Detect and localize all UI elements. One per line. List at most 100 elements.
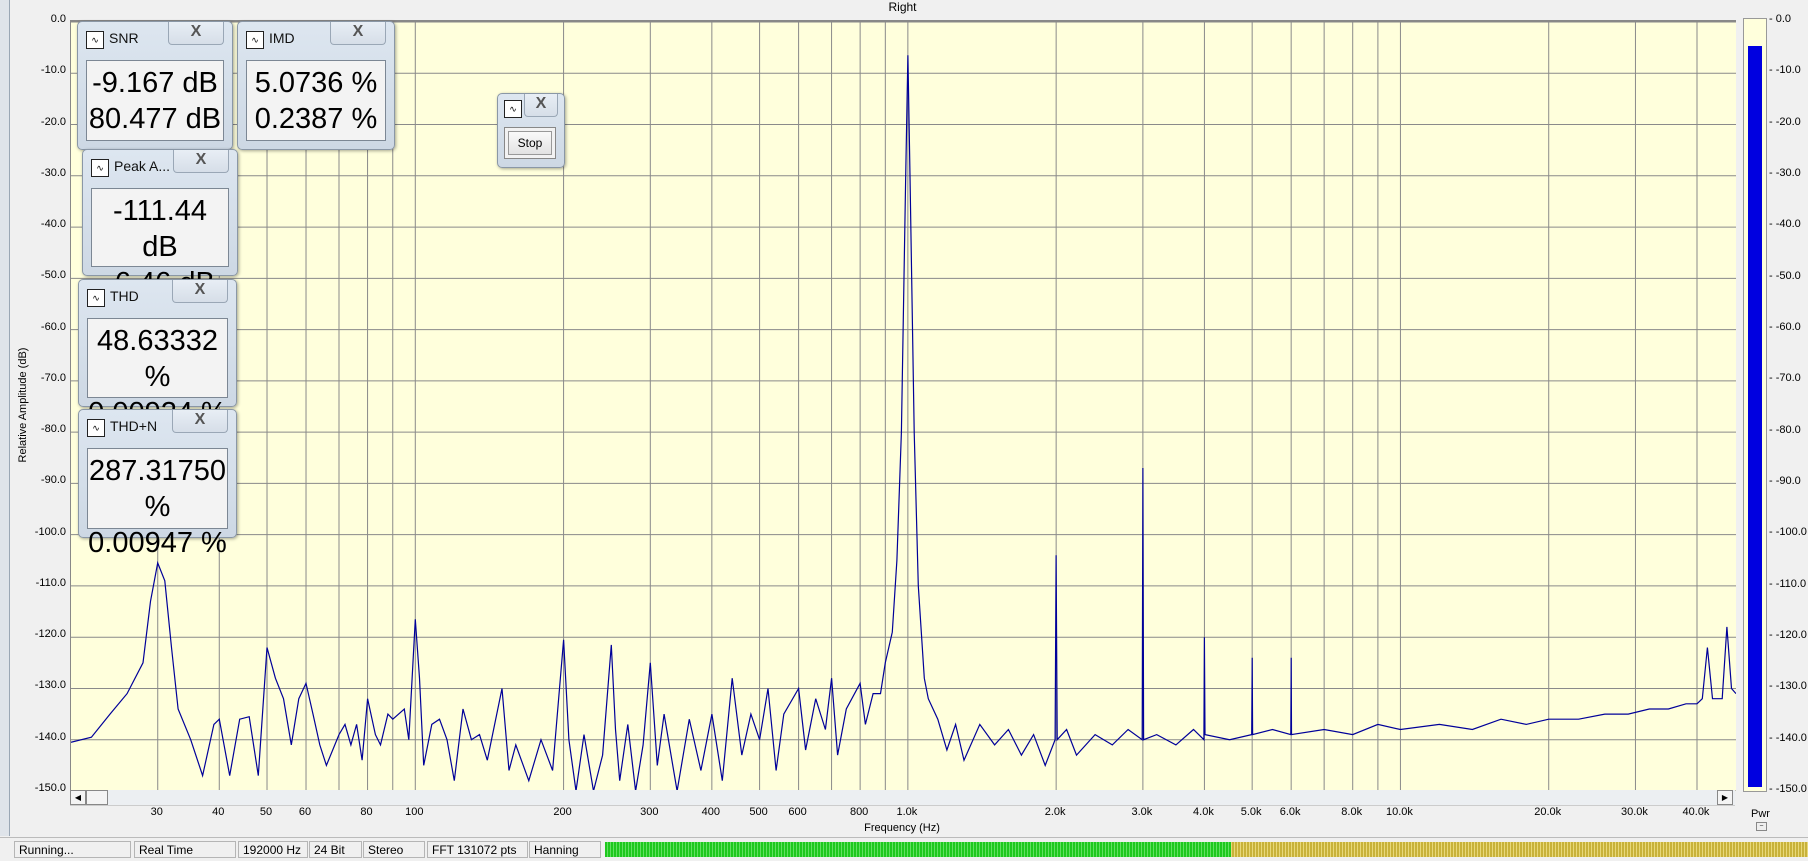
x-tick-label: 40.0k bbox=[1682, 806, 1710, 818]
x-tick-label: 100 bbox=[405, 806, 424, 818]
meter-tick-label: - 0.0 bbox=[1769, 13, 1792, 25]
panel-value: 48.63332 % bbox=[97, 325, 218, 393]
scroll-left-icon[interactable]: ◀ bbox=[70, 790, 86, 805]
meter-tick-label: - -120.0 bbox=[1769, 629, 1807, 641]
y-tick-label: -150.0 bbox=[34, 782, 66, 794]
y-tick-label: -80.0 bbox=[40, 423, 66, 436]
meter-tick-label: - -90.0 bbox=[1769, 475, 1801, 487]
y-tick-label: -130.0 bbox=[34, 679, 66, 692]
x-tick-label: 800 bbox=[849, 806, 869, 818]
y-tick-label: -70.0 bbox=[40, 371, 66, 384]
meter-tick-label: - -80.0 bbox=[1769, 423, 1801, 436]
y-tick-label: -30.0 bbox=[40, 166, 66, 179]
meter-tick-label: - -10.0 bbox=[1769, 64, 1801, 77]
x-tick-label: 6.0k bbox=[1279, 806, 1301, 818]
panel-title: IMD bbox=[269, 30, 295, 46]
waveform-icon: ∿ bbox=[87, 419, 105, 437]
panel-title: Peak A... bbox=[114, 158, 171, 174]
x-axis-title: Frequency (Hz) bbox=[864, 822, 940, 834]
y-tick-label: -50.0 bbox=[40, 269, 66, 282]
panel-value: 0.00947 % bbox=[88, 527, 227, 559]
status-fft-size: FFT 131072 pts bbox=[427, 841, 528, 858]
waveform-icon: ∿ bbox=[87, 289, 105, 307]
scroll-right-icon[interactable]: ▶ bbox=[1717, 790, 1733, 805]
panel-value: 80.477 dB bbox=[88, 103, 222, 135]
meter-tick-label: - -70.0 bbox=[1769, 372, 1801, 385]
thd-n-panel[interactable]: ∿ THD+N X 287.31750 % 0.00947 % bbox=[78, 409, 237, 559]
thd-panel[interactable]: ∿ THD X 48.63332 %0.00924 % bbox=[78, 279, 237, 429]
status-bit-depth: 24 Bit bbox=[309, 841, 362, 858]
y-axis-title: Relative Amplitude (dB) bbox=[17, 347, 29, 463]
spectrum-line bbox=[71, 55, 1736, 791]
power-meter-toggle[interactable]: – bbox=[1756, 822, 1767, 831]
waveform-icon: ∿ bbox=[504, 100, 522, 118]
meter-tick-label: - -100.0 bbox=[1769, 526, 1807, 539]
stop-button[interactable]: Stop bbox=[508, 131, 552, 155]
meter-tick-label: - -40.0 bbox=[1769, 218, 1801, 231]
power-meter bbox=[1743, 18, 1767, 792]
close-icon[interactable]: X bbox=[330, 22, 386, 45]
power-meter-label: Pwr bbox=[1751, 808, 1770, 820]
close-icon[interactable]: X bbox=[173, 150, 229, 173]
y-tick-label: -140.0 bbox=[34, 730, 66, 743]
panel-title: SNR bbox=[109, 30, 139, 46]
meter-tick-label: - -60.0 bbox=[1769, 321, 1801, 333]
waveform-icon: ∿ bbox=[91, 159, 109, 177]
power-meter-fill bbox=[1748, 45, 1762, 787]
stop-panel[interactable]: X ∿ Stop bbox=[497, 93, 565, 168]
peak-amplitude-panel[interactable]: ∿ Peak A... X -111.44 dB-6.46 dB bbox=[82, 149, 238, 299]
meter-tick-label: - -110.0 bbox=[1769, 577, 1807, 590]
x-tick-label: 10.0k bbox=[1385, 806, 1413, 818]
y-tick-label: -40.0 bbox=[40, 218, 66, 231]
panel-value: -111.44 dB bbox=[112, 195, 208, 263]
panel-value: -9.167 dB bbox=[92, 67, 218, 99]
close-icon[interactable]: X bbox=[172, 410, 228, 433]
x-tick-label: 5.0k bbox=[1240, 806, 1262, 818]
waveform-icon: ∿ bbox=[86, 31, 104, 49]
x-tick-label: 60 bbox=[298, 806, 312, 818]
close-icon[interactable]: X bbox=[172, 280, 228, 303]
horizontal-scrollbar[interactable]: ◀ ▶ bbox=[70, 790, 1735, 806]
x-tick-label: 30 bbox=[150, 806, 163, 818]
chart-title: Right bbox=[888, 0, 917, 14]
meter-tick-label: - -30.0 bbox=[1769, 167, 1801, 179]
scroll-thumb[interactable] bbox=[86, 790, 108, 805]
meter-tick-label: - -20.0 bbox=[1769, 115, 1801, 128]
x-tick-label: 8.0k bbox=[1341, 806, 1363, 818]
panel-value: 5.0736 % bbox=[254, 67, 378, 99]
x-tick-label: 4.0k bbox=[1193, 806, 1214, 818]
meter-tick-label: - -140.0 bbox=[1769, 731, 1807, 744]
x-tick-label: 3.0k bbox=[1131, 806, 1153, 818]
x-tick-label: 80 bbox=[360, 806, 373, 818]
x-tick-label: 200 bbox=[553, 806, 572, 818]
imd-panel[interactable]: ∿ IMD X 5.0736 % 0.2387 % bbox=[237, 21, 395, 150]
x-tick-label: 50 bbox=[259, 806, 273, 818]
status-window: Hanning bbox=[529, 841, 601, 858]
input-level-fill bbox=[605, 842, 1231, 857]
close-icon[interactable]: X bbox=[524, 94, 558, 117]
status-bar: Running... Real Time 192000 Hz 24 Bit St… bbox=[0, 837, 1808, 861]
status-mode: Real Time bbox=[134, 841, 236, 858]
y-tick-label: -90.0 bbox=[40, 474, 66, 487]
y-tick-label: -60.0 bbox=[40, 320, 66, 333]
snr-panel[interactable]: ∿ SNR X -9.167 dB 80.477 dB bbox=[77, 21, 233, 150]
x-tick-label: 400 bbox=[701, 806, 721, 818]
x-tick-label: 20.0k bbox=[1534, 806, 1562, 818]
status-running: Running... bbox=[14, 841, 131, 858]
y-tick-label: -100.0 bbox=[34, 525, 66, 538]
status-sample-rate: 192000 Hz bbox=[238, 841, 308, 858]
panel-value: 0.2387 % bbox=[254, 103, 378, 135]
input-level-bar bbox=[605, 842, 1808, 857]
x-tick-label: 2.0k bbox=[1044, 806, 1066, 818]
meter-tick-label: - -50.0 bbox=[1769, 269, 1801, 282]
x-tick-label: 500 bbox=[749, 806, 768, 818]
panel-value: 287.31750 % bbox=[88, 455, 227, 523]
y-tick-label: -120.0 bbox=[34, 628, 66, 641]
x-tick-label: 30.0k bbox=[1620, 806, 1648, 818]
y-tick-label: -110.0 bbox=[35, 576, 66, 589]
panel-title: THD+N bbox=[110, 418, 158, 434]
meter-tick-label: - -150.0 bbox=[1769, 783, 1807, 795]
x-tick-label: 40 bbox=[212, 806, 225, 818]
y-tick-label: -20.0 bbox=[40, 115, 66, 128]
close-icon[interactable]: X bbox=[168, 22, 224, 45]
